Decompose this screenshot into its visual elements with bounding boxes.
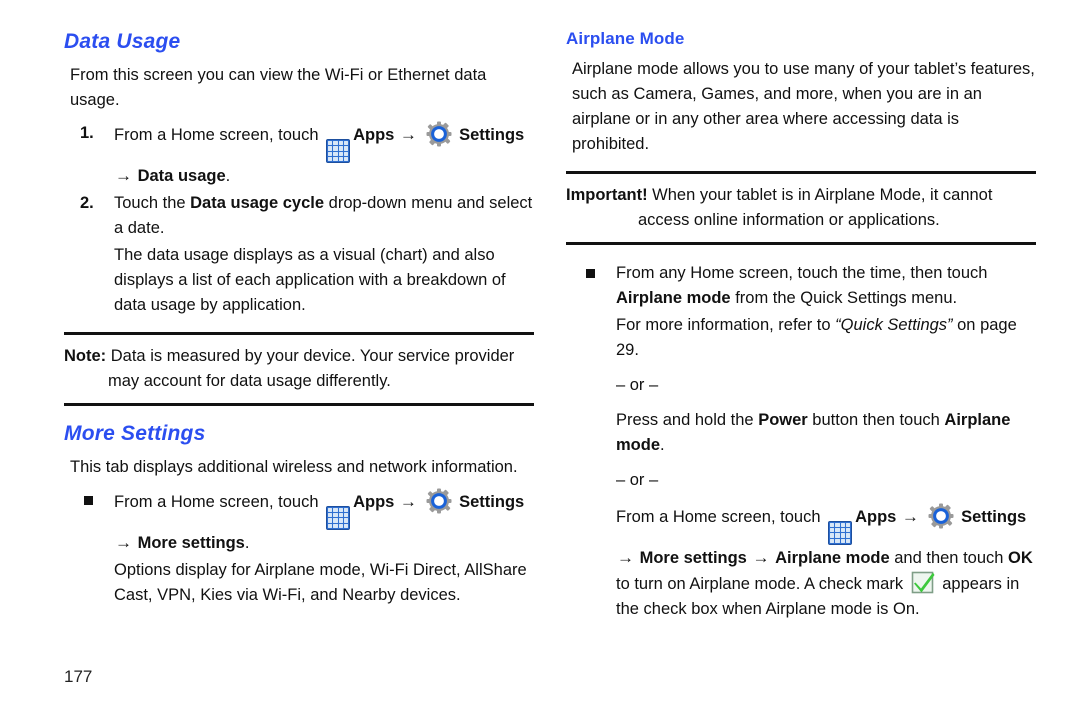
power-pre: Press and hold the — [616, 410, 759, 429]
right-column: Airplane Mode Airplane mode allows you t… — [566, 29, 1036, 624]
square-bullet-icon — [84, 496, 93, 506]
quick-settings-reference: “Quick Settings” — [835, 315, 953, 334]
quick-settings-text-pre: From any Home screen, touch the time, th… — [616, 263, 988, 282]
settings-path-pre: From a Home screen, touch — [616, 508, 826, 527]
arrow-icon: → — [399, 125, 417, 145]
more-settings-path-label: More settings — [137, 533, 245, 552]
settings-label: Settings — [459, 126, 525, 145]
square-bullet-icon — [586, 268, 595, 278]
important-callout-text: Important! When your tablet is in Airpla… — [566, 183, 1036, 233]
sub-heading-airplane-mode: Airplane Mode — [566, 29, 685, 48]
or-separator-1: – or – — [616, 375, 659, 394]
important-callout: Important! When your tablet is in Airpla… — [566, 171, 1036, 245]
green-checkmark-icon[interactable] — [911, 571, 935, 594]
more-settings-detail-text: Options display for Airplane mode, Wi-Fi… — [114, 560, 527, 605]
data-usage-intro-text: From this screen you can view the Wi-Fi … — [70, 66, 487, 110]
more-settings-intro-text: This tab displays additional wireless an… — [70, 458, 518, 477]
step-2-detail-text: The data usage displays as a visual (cha… — [114, 246, 506, 315]
apps-label: Apps — [855, 508, 897, 527]
settings-path-text: From a Home screen, touch Apps → Setting… — [566, 503, 1036, 622]
section-heading-more-settings: More Settings — [64, 421, 206, 445]
apps-grid-icon[interactable] — [828, 520, 853, 545]
or-separator-2: – or – — [616, 471, 659, 490]
power-mid: button then touch — [807, 410, 945, 429]
step-1-text-pre: From a Home screen, touch — [114, 126, 324, 145]
apps-label: Apps — [353, 493, 395, 512]
manual-page: Data Usage From this screen you can view… — [0, 0, 1080, 720]
settings-gear-icon[interactable] — [928, 503, 954, 529]
more-info-pre: For more information, refer to — [616, 315, 836, 334]
arrow-icon: → — [399, 492, 417, 512]
page-number: 177 — [64, 667, 93, 686]
settings-label: Settings — [459, 493, 525, 512]
arrow-icon: → — [901, 507, 919, 527]
data-usage-path-label: Data usage — [137, 167, 226, 185]
list-item-quick-settings: From any Home screen, touch the time, th… — [566, 261, 1036, 311]
step-2-content: Touch the Data usage cycle drop-down men… — [114, 191, 534, 241]
apps-label: Apps — [353, 126, 395, 145]
important-body: When your tablet is in Airplane Mode, it… — [638, 186, 993, 229]
airplane-mode-path-label: Airplane mode — [775, 548, 890, 567]
data-usage-steps-list: 1. From a Home screen, touch Apps → Sett… — [64, 121, 534, 241]
data-usage-cycle-label: Data usage cycle — [190, 194, 325, 213]
settings-label: Settings — [961, 508, 1027, 527]
settings-gear-icon[interactable] — [426, 121, 452, 147]
more-settings-bullet-content: From a Home screen, touch Apps → Setting… — [114, 488, 534, 556]
step-1-period: . — [225, 167, 231, 185]
quick-settings-bullet-content: From any Home screen, touch the time, th… — [616, 261, 1036, 311]
apps-grid-icon[interactable] — [326, 505, 351, 530]
list-item-more-settings: From a Home screen, touch Apps → Setting… — [64, 488, 534, 556]
step-number-1: 1. — [80, 124, 94, 143]
arrow-icon-2: → — [115, 166, 132, 185]
note-body: Data is measured by your device. Your se… — [106, 347, 515, 391]
list-item-step-2: 2. Touch the Data usage cycle drop-down … — [64, 191, 534, 241]
note-callout: Note: Data is measured by your device. Y… — [64, 332, 534, 406]
power-label: Power — [758, 410, 808, 429]
power-button-option-text: Press and hold the Power button then tou… — [566, 408, 1036, 458]
list-item-step-1: 1. From a Home screen, touch Apps → Sett… — [64, 121, 534, 189]
important-label: Important! — [566, 186, 648, 204]
airplane-mode-label: Airplane mode — [616, 288, 731, 307]
step-2-text-pre: Touch the — [114, 194, 191, 213]
step-1-content: From a Home screen, touch Apps → Setting… — [114, 121, 534, 189]
more-settings-text-pre: From a Home screen, touch — [114, 493, 324, 512]
left-column: Data Usage From this screen you can view… — [64, 30, 534, 610]
power-post: . — [660, 435, 665, 454]
airplane-mode-intro-text: Airplane mode allows you to use many of … — [572, 59, 1035, 153]
arrow-icon-2: → — [115, 532, 132, 552]
section-heading-data-usage: Data Usage — [64, 30, 181, 53]
note-label: Note: — [64, 347, 107, 366]
apps-grid-icon[interactable] — [326, 139, 351, 163]
ok-button-label: OK — [1008, 548, 1033, 567]
arrow-icon-2: → — [617, 547, 634, 567]
arrow-icon-3: → — [752, 547, 770, 567]
step-number-2: 2. — [80, 194, 94, 213]
more-settings-period: . — [244, 533, 250, 552]
quick-settings-text-post: from the Quick Settings menu. — [730, 288, 958, 307]
settings-gear-icon[interactable] — [426, 488, 452, 514]
more-settings-bullet-list: From a Home screen, touch Apps → Setting… — [64, 488, 534, 556]
airplane-mode-bullet-list: From any Home screen, touch the time, th… — [566, 261, 1036, 311]
settings-path-mid: and then touch — [889, 548, 1009, 567]
settings-path-post: to turn on Airplane mode. A check mark — [616, 574, 908, 593]
more-info-reference-text: For more information, refer to “Quick Se… — [566, 313, 1036, 363]
more-settings-path-label: More settings — [639, 548, 747, 567]
note-callout-text: Note: Data is measured by your device. Y… — [64, 344, 534, 394]
